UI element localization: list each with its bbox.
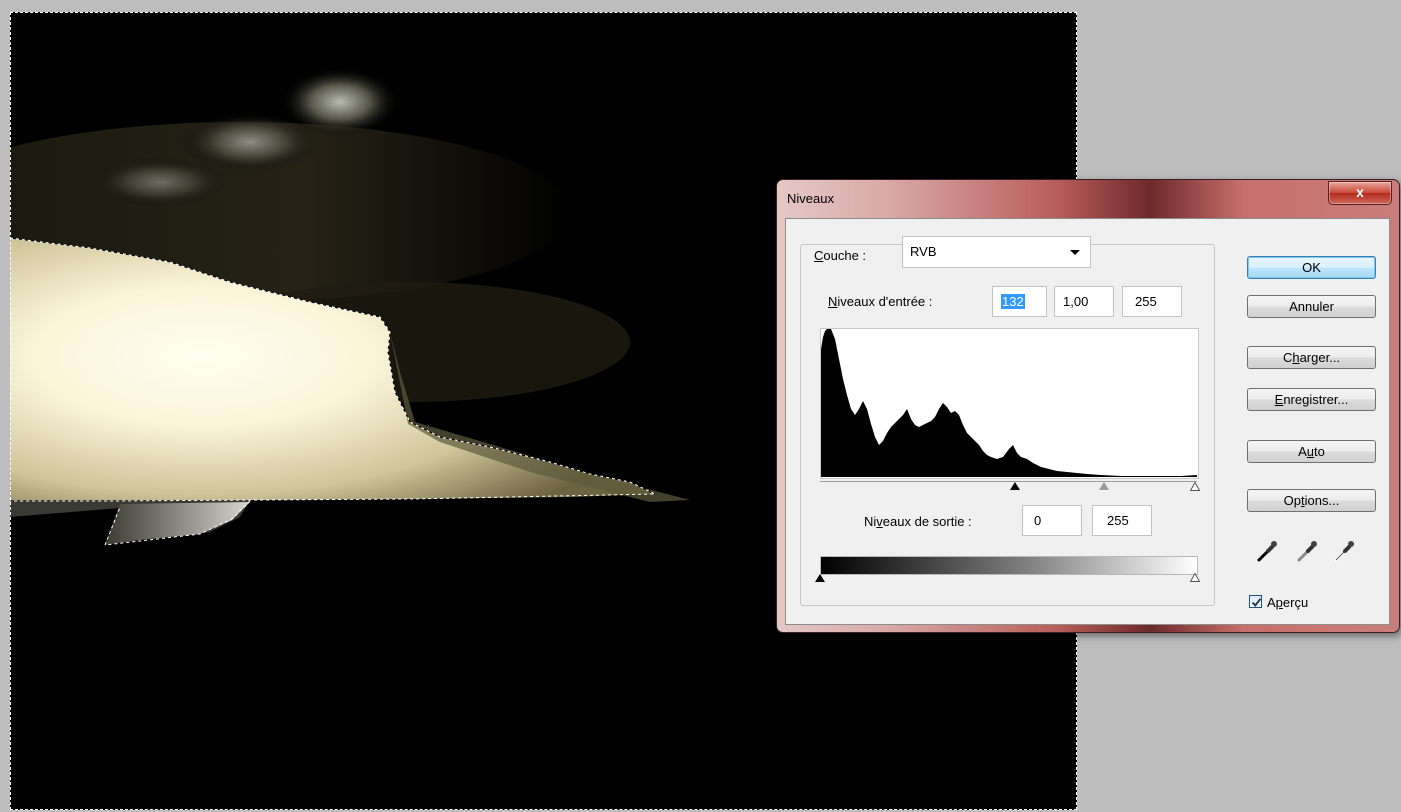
options-button-label: Options...	[1283, 493, 1340, 508]
cancel-button[interactable]: Annuler	[1247, 295, 1376, 318]
histogram-graph	[821, 329, 1197, 477]
input-white-slider-handle[interactable]	[1190, 482, 1200, 491]
dialog-titlebar[interactable]: Niveaux x	[777, 180, 1399, 218]
black-eyedropper-icon[interactable]	[1256, 539, 1278, 563]
save-button-label: Enregistrer...	[1274, 392, 1349, 407]
white-triangle-icon	[1190, 482, 1200, 491]
output-black-slider-handle[interactable]	[815, 574, 825, 582]
channel-select-value: RVB	[910, 244, 937, 259]
input-white-value: 255	[1135, 294, 1157, 309]
input-black-slider-handle[interactable]	[1010, 482, 1020, 490]
chevron-down-icon	[1070, 250, 1080, 255]
cancel-button-label: Annuler	[1289, 299, 1334, 314]
preview-label[interactable]: Aperçu	[1267, 595, 1308, 610]
input-black-value: 132	[1001, 294, 1025, 309]
white-eyedropper-icon[interactable]	[1333, 539, 1355, 563]
load-button-label: Charger...	[1282, 350, 1341, 365]
output-black-field[interactable]: 0	[1022, 505, 1082, 536]
output-levels-label: Niveaux de sortie :	[864, 514, 972, 529]
histogram-panel	[820, 328, 1199, 479]
output-white-field[interactable]: 255	[1092, 505, 1152, 536]
close-button[interactable]: x	[1328, 181, 1392, 205]
levels-dialog: Niveaux x Couche : RVB Niveaux d'entrée …	[776, 179, 1400, 633]
close-icon: x	[1356, 184, 1364, 200]
preview-checkbox[interactable]	[1249, 595, 1262, 608]
options-button[interactable]: Options...	[1247, 489, 1376, 512]
input-gamma-field[interactable]: 1,00	[1054, 286, 1114, 317]
dialog-title: Niveaux	[787, 191, 834, 206]
channel-label: Couche :	[811, 248, 870, 263]
checkmark-icon	[1251, 598, 1262, 608]
auto-button-label: Auto	[1298, 444, 1325, 459]
dialog-content: Couche : RVB Niveaux d'entrée : 132 1,00…	[785, 218, 1390, 625]
save-button[interactable]: Enregistrer...	[1247, 388, 1376, 411]
black-eyedropper-glyph	[1257, 541, 1277, 562]
output-white-value: 255	[1107, 513, 1129, 528]
ok-button[interactable]: OK	[1247, 256, 1376, 279]
output-black-value: 0	[1034, 513, 1042, 528]
input-slider-track[interactable]	[820, 481, 1197, 482]
input-black-field[interactable]: 132	[992, 286, 1047, 317]
ok-button-label: OK	[1302, 260, 1321, 275]
output-white-slider-handle[interactable]	[1190, 573, 1200, 582]
input-levels-label: Niveaux d'entrée :	[828, 294, 933, 309]
output-gradient-bar	[820, 556, 1198, 575]
auto-button[interactable]: Auto	[1247, 440, 1376, 463]
input-gamma-value: 1,00	[1063, 294, 1089, 309]
input-gamma-slider-handle[interactable]	[1099, 482, 1109, 490]
white-triangle-icon	[1190, 573, 1200, 582]
load-button[interactable]: Charger...	[1247, 346, 1376, 369]
grey-eyedropper-glyph	[1297, 541, 1317, 562]
input-white-field[interactable]: 255	[1122, 286, 1182, 317]
channel-select[interactable]: RVB	[902, 236, 1091, 268]
white-eyedropper-glyph	[1334, 541, 1354, 562]
grey-eyedropper-icon[interactable]	[1296, 539, 1318, 563]
